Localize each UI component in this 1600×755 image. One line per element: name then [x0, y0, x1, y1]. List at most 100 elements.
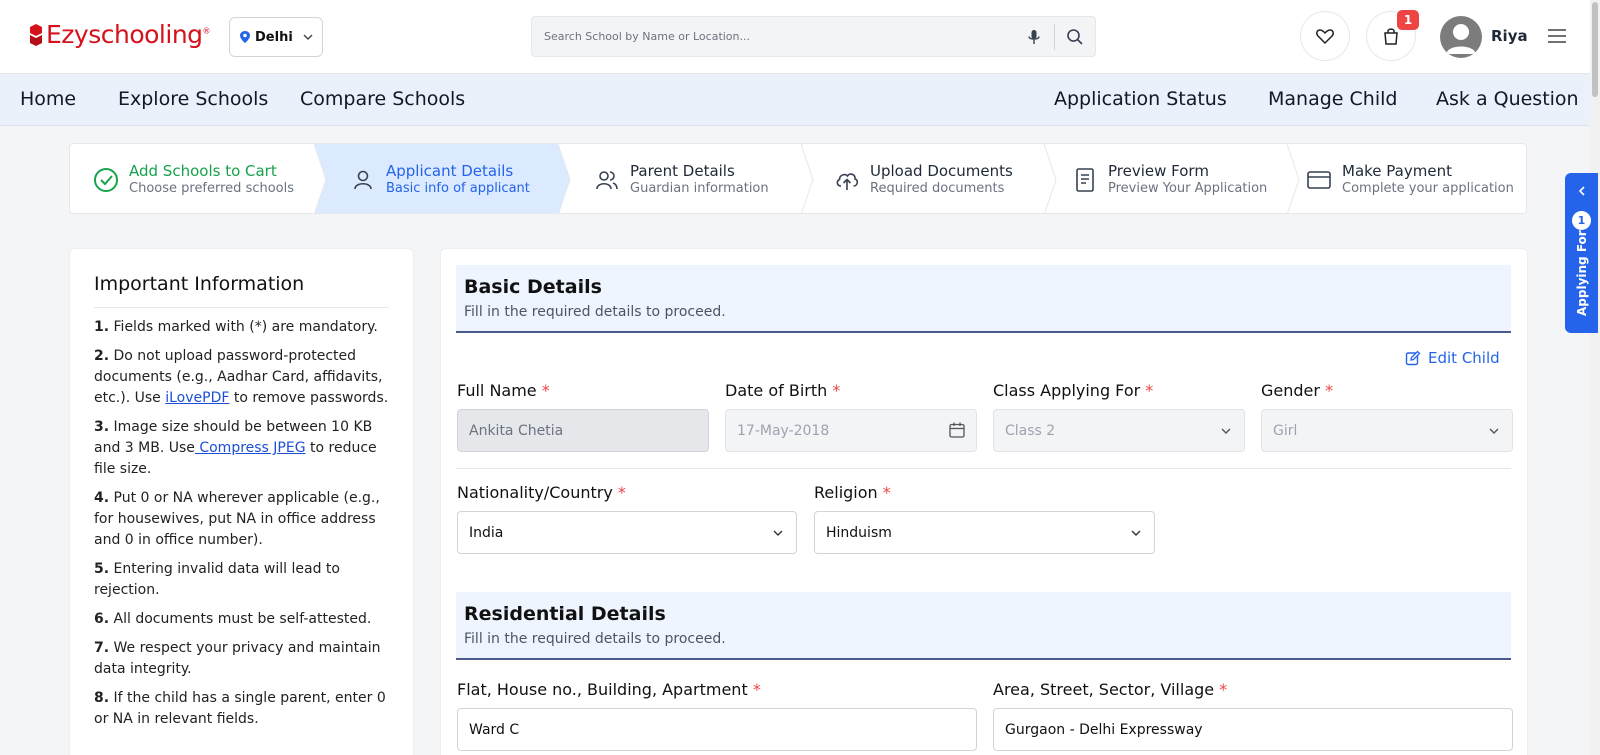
calendar-icon — [949, 422, 965, 438]
compress-jpeg-link[interactable]: Compress JPEG — [195, 440, 305, 456]
city-selector[interactable]: Delhi — [229, 17, 323, 57]
search-icon[interactable] — [1066, 28, 1084, 46]
menu-icon[interactable] — [1546, 26, 1568, 46]
flat-input[interactable]: Ward C — [457, 708, 977, 751]
step-divider — [558, 144, 571, 213]
info-item: 3. Image size should be between 10 KB an… — [94, 419, 377, 477]
section-subtitle: Fill in the required details to proceed. — [464, 304, 726, 320]
user-icon — [354, 170, 372, 189]
info-item: 6. All documents must be self-attested. — [94, 611, 372, 627]
full-name-label: Full Name * — [457, 381, 550, 400]
ezyschooling-logo[interactable]: Ezyschooling® — [28, 20, 211, 49]
credit-card-icon — [1307, 170, 1331, 189]
city-label: Delhi — [255, 29, 293, 45]
step-subtitle: Choose preferred schools — [129, 180, 295, 196]
full-name-field[interactable]: Ankita Chetia — [457, 409, 709, 452]
info-item: 8. If the child has a single parent, ent… — [94, 690, 386, 727]
scrollbar-thumb[interactable] — [1592, 2, 1598, 97]
step-add-schools[interactable]: Add Schools to Cart Choose preferred scho… — [70, 144, 314, 213]
applying-for-count: 1 — [1572, 211, 1591, 230]
main-nav: Home Explore Schools Compare Schools App… — [0, 74, 1590, 126]
step-preview-form[interactable]: Preview Form Preview Your Application — [1044, 144, 1287, 213]
row-divider — [456, 468, 1511, 469]
info-item: 4. Put 0 or NA wherever applicable (e.g.… — [94, 490, 380, 548]
area-label: Area, Street, Sector, Village * — [993, 680, 1228, 699]
info-item: 1. Fields marked with (*) are mandatory. — [94, 319, 378, 335]
document-icon — [1076, 167, 1094, 192]
nav-compare-schools[interactable]: Compare Schools — [300, 88, 465, 110]
top-header: Ezyschooling® Delhi 1 Riya — [0, 0, 1600, 74]
step-subtitle: Required documents — [870, 180, 1005, 196]
step-divider — [801, 144, 814, 213]
section-subtitle: Fill in the required details to proceed. — [464, 631, 726, 647]
nationality-select[interactable]: India — [457, 511, 797, 554]
applicant-form: Basic Details Fill in the required detai… — [440, 248, 1528, 755]
application-stepper: Add Schools to Cart Choose preferred scho… — [69, 143, 1527, 214]
nav-home[interactable]: Home — [20, 88, 76, 110]
info-list: 1. Fields marked with (*) are mandatory.… — [94, 317, 389, 730]
step-upload-documents[interactable]: Upload Documents Required documents — [801, 144, 1044, 213]
user-avatar-icon — [1446, 24, 1476, 54]
residential-details-header: Residential Details Fill in the required… — [456, 592, 1511, 660]
nationality-label: Nationality/Country * — [457, 483, 626, 502]
nav-manage-child[interactable]: Manage Child — [1268, 88, 1397, 110]
search-divider — [1054, 24, 1055, 50]
step-title: Parent Details — [630, 161, 735, 180]
chevron-down-icon — [303, 34, 313, 40]
step-title: Upload Documents — [870, 161, 1013, 180]
step-title: Make Payment — [1342, 161, 1452, 180]
chevron-down-icon — [1131, 530, 1141, 536]
step-title: Add Schools to Cart — [129, 161, 277, 180]
user-avatar[interactable] — [1440, 16, 1482, 58]
edit-child-button[interactable]: Edit Child — [1405, 349, 1500, 367]
dob-label: Date of Birth * — [725, 381, 841, 400]
info-item: 2. Do not upload password-protected docu… — [94, 348, 389, 406]
religion-label: Religion * — [814, 483, 891, 502]
step-subtitle: Preview Your Application — [1108, 180, 1268, 196]
chevron-down-icon — [1221, 428, 1231, 434]
info-item: 5. Entering invalid data will lead to re… — [94, 561, 340, 598]
step-title: Applicant Details — [386, 161, 514, 180]
gender-select[interactable]: Girl — [1261, 409, 1513, 452]
class-select[interactable]: Class 2 — [993, 409, 1245, 452]
cart-count-badge: 1 — [1397, 10, 1419, 30]
religion-select[interactable]: Hinduism — [814, 511, 1155, 554]
step-title: Preview Form — [1108, 161, 1209, 180]
step-parent-details[interactable]: Parent Details Guardian information — [558, 144, 801, 213]
chevron-left-icon — [1578, 186, 1585, 196]
location-pin-icon — [240, 31, 250, 43]
chevron-down-icon — [1489, 428, 1499, 434]
area-input[interactable]: Gurgaon - Delhi Expressway — [993, 708, 1513, 751]
wishlist-button[interactable] — [1300, 11, 1350, 61]
step-subtitle: Complete your application — [1342, 180, 1514, 196]
class-label: Class Applying For * — [993, 381, 1154, 400]
info-item: 7. We respect your privacy and maintain … — [94, 640, 381, 677]
applying-for-label: Applying For — [1575, 230, 1589, 316]
dob-field[interactable]: 17-May-2018 — [725, 409, 977, 452]
search-input[interactable] — [532, 30, 1012, 43]
ilovepdf-link[interactable]: iLovePDF — [165, 390, 229, 406]
edit-child-label: Edit Child — [1428, 349, 1500, 367]
search-bar — [531, 16, 1096, 57]
cloud-upload-icon — [836, 172, 859, 190]
check-circle-icon — [94, 167, 118, 192]
page-scrollbar[interactable] — [1590, 0, 1600, 755]
section-title: Residential Details — [464, 603, 666, 625]
step-divider — [1044, 144, 1057, 213]
chevron-down-icon — [773, 530, 783, 536]
step-applicant-details[interactable]: Applicant Details Basic info of applicant — [314, 144, 558, 213]
section-title: Basic Details — [464, 276, 602, 298]
applying-for-tab[interactable]: 1 Applying For — [1565, 173, 1598, 333]
microphone-icon[interactable] — [1025, 28, 1043, 46]
users-icon — [596, 170, 618, 189]
edit-icon — [1405, 350, 1421, 366]
logo-text: Ezyschooling® — [46, 20, 211, 49]
nav-application-status[interactable]: Application Status — [1054, 88, 1227, 110]
step-subtitle: Basic info of applicant — [386, 180, 530, 196]
step-make-payment[interactable]: Make Payment Complete your application — [1287, 144, 1526, 213]
user-name[interactable]: Riya — [1491, 27, 1528, 45]
step-subtitle: Guardian information — [630, 180, 769, 196]
nav-ask-question[interactable]: Ask a Question — [1436, 88, 1579, 110]
nav-explore-schools[interactable]: Explore Schools — [118, 88, 268, 110]
logo-mark-icon — [30, 23, 42, 46]
